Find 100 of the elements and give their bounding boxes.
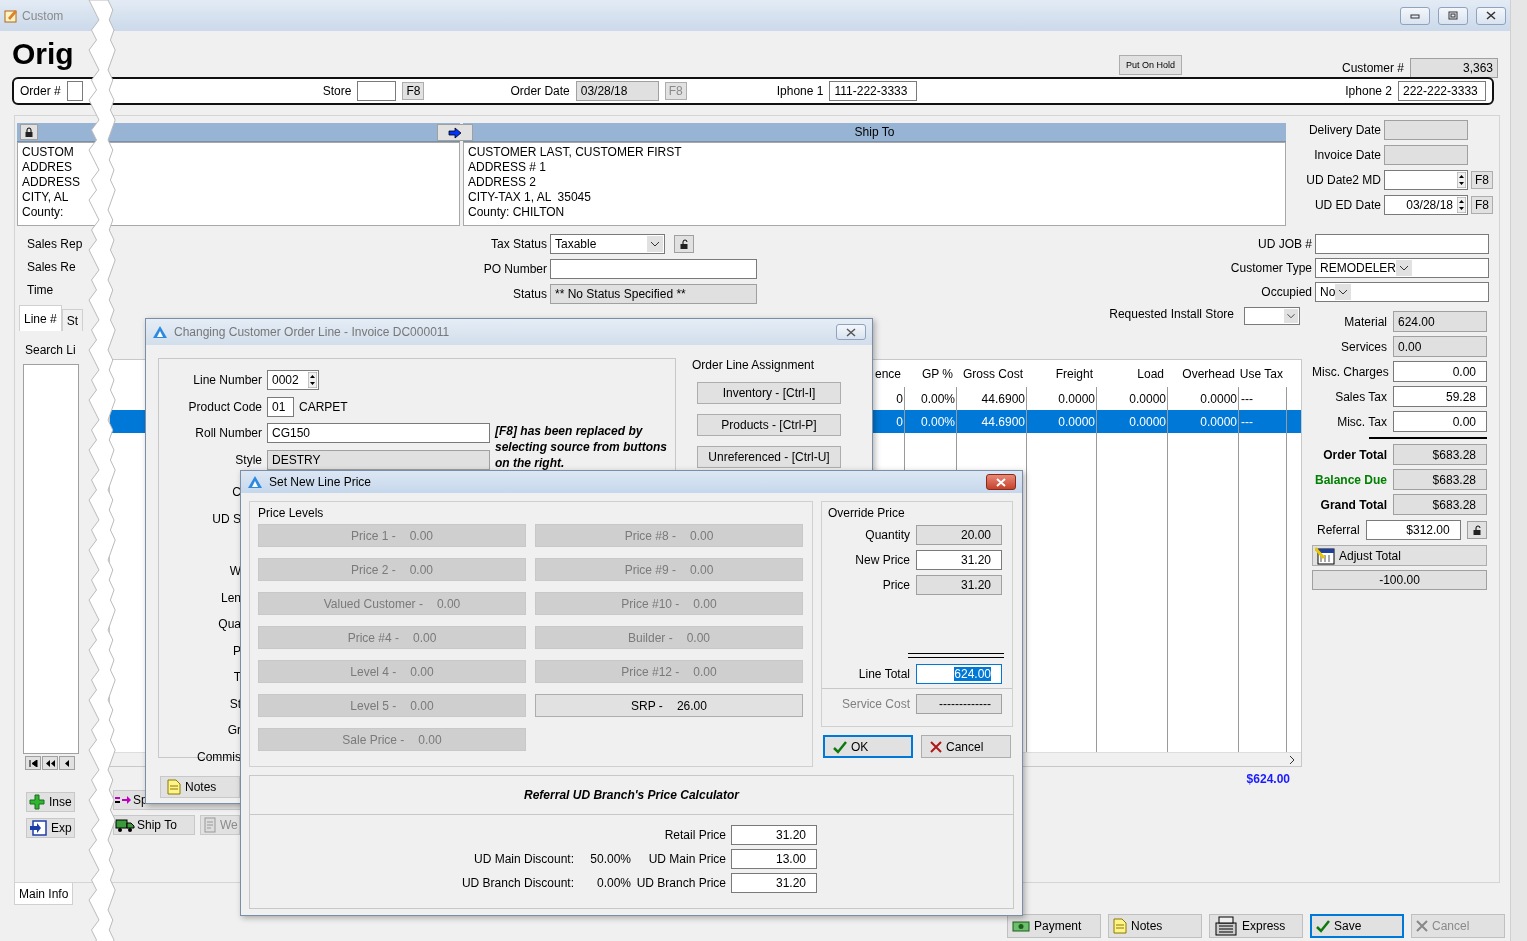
copy-address-button[interactable] <box>437 124 473 141</box>
spinner-icon[interactable] <box>1457 197 1466 213</box>
toolbar-button[interactable]: Save <box>1310 914 1404 938</box>
field-label: Quantity <box>864 527 910 542</box>
vertical-scrollbar[interactable] <box>1510 0 1527 941</box>
toolbar-button[interactable]: Express <box>1209 914 1303 938</box>
form-icon <box>1315 546 1335 565</box>
spinner-icon[interactable] <box>308 372 317 389</box>
column-header[interactable]: Load <box>1097 366 1168 381</box>
price-field[interactable]: 31.20 <box>731 825 817 845</box>
column-header[interactable]: ence <box>872 366 905 381</box>
adjustment-field[interactable]: -100.00 <box>1312 570 1487 590</box>
price-field[interactable]: 13.00 <box>731 849 817 869</box>
date-field[interactable] <box>1384 120 1468 140</box>
input-field[interactable]: 31.20 <box>916 549 1002 570</box>
column-header[interactable]: Freight <box>1027 366 1097 381</box>
notes-button[interactable]: Notes <box>160 776 240 798</box>
input-field[interactable]: 31.20 <box>916 574 1002 595</box>
cancel-button[interactable]: Cancel <box>921 735 1011 758</box>
amount-field[interactable]: 0.00 <box>1393 411 1487 432</box>
address-line: CUSTOM <box>22 145 74 160</box>
amount-field[interactable]: 624.00 <box>1393 311 1487 332</box>
column-header[interactable]: Gross Cost <box>957 366 1027 381</box>
input-field[interactable]: CG150 <box>267 423 490 444</box>
rewind-button[interactable] <box>42 756 58 770</box>
store-field[interactable] <box>357 81 397 101</box>
date-field[interactable] <box>1384 145 1468 165</box>
tab[interactable]: St <box>61 309 84 331</box>
ok-button[interactable]: OK <box>823 735 913 758</box>
close-button[interactable] <box>1476 6 1506 25</box>
amount-field[interactable]: 0.00 <box>1393 336 1487 357</box>
field-label: Qua <box>218 616 241 634</box>
table-total: $624.00 <box>1246 772 1290 788</box>
restore-button[interactable] <box>1438 6 1468 25</box>
column-header[interactable]: Use Tax <box>1239 366 1287 381</box>
price-level-button[interactable]: SRP - 26.00 <box>535 694 803 717</box>
amount-field[interactable]: 0.00 <box>1393 361 1487 382</box>
referral-field[interactable]: $312.00 <box>1365 520 1461 540</box>
input-field[interactable]: 624.00 <box>916 663 1002 684</box>
input-field[interactable]: DESTRY <box>267 449 490 470</box>
input-field[interactable] <box>550 258 757 279</box>
close-button[interactable] <box>986 474 1016 490</box>
column-header[interactable]: GP % <box>905 366 957 381</box>
toolbar-button[interactable]: Payment <box>1007 914 1101 938</box>
address-line: ADDRESS # 1 <box>468 160 547 175</box>
discount-value: 0.00% <box>595 876 631 890</box>
amount-field[interactable]: $683.28 <box>1393 494 1487 515</box>
combo-box[interactable]: No <box>1315 281 1489 302</box>
check-icon <box>1316 919 1330 933</box>
order-number-field[interactable] <box>66 81 83 101</box>
combo-box[interactable]: Taxable <box>550 233 665 254</box>
order-date-field[interactable]: 03/28/18 <box>575 81 659 101</box>
input-field[interactable]: 01 <box>267 396 294 417</box>
field-label: Tax Status <box>489 236 547 251</box>
assignment-button[interactable]: Unreferenced - [Ctrl-U] <box>697 446 841 468</box>
toolbar-button[interactable]: Inse <box>26 792 75 812</box>
assignment-button[interactable]: Products - [Ctrl-P] <box>697 414 841 436</box>
put-on-hold-button[interactable]: Put On Hold <box>1118 55 1182 75</box>
date-field[interactable]: 03/28/18 <box>1384 195 1468 215</box>
input-field[interactable] <box>1315 233 1489 254</box>
input-field[interactable]: 20.00 <box>916 524 1002 545</box>
amount-field[interactable]: $683.28 <box>1393 469 1487 490</box>
first-button[interactable] <box>25 756 41 770</box>
amount-field[interactable]: 59.28 <box>1393 386 1487 407</box>
input-field[interactable]: ** No Status Specified ** <box>550 283 757 304</box>
amount-field[interactable]: $683.28 <box>1393 444 1487 465</box>
toolbar-button[interactable]: Exp <box>26 818 75 838</box>
price-field[interactable]: 31.20 <box>731 873 817 893</box>
lock-button[interactable] <box>20 124 38 140</box>
phone-field[interactable]: 222-222-3333 <box>1398 81 1486 101</box>
phone-field[interactable]: 111-222-3333 <box>829 81 918 101</box>
close-icon <box>996 477 1006 487</box>
toolbar-button[interactable]: Notes <box>1108 914 1202 938</box>
spinner-icon[interactable] <box>1457 172 1466 188</box>
order-label: Order # <box>20 84 61 98</box>
toolbar-button[interactable]: Ship To <box>113 815 195 835</box>
address-line: ADDRESS <box>22 175 80 190</box>
total-label: Services <box>1340 339 1387 354</box>
tab[interactable]: Main Info <box>14 883 74 905</box>
input-field[interactable]: 0002 <box>267 370 319 391</box>
customer-label: Customer # <box>1341 61 1404 75</box>
tab[interactable]: Line # <box>19 305 62 331</box>
combo-box[interactable] <box>1244 307 1300 325</box>
f8-button[interactable]: F8 <box>1471 171 1493 189</box>
column-header[interactable]: Overhead <box>1168 366 1239 381</box>
input-field[interactable]: ------------- <box>916 693 1002 714</box>
adjust-total-button[interactable]: Adjust Total <box>1312 545 1487 566</box>
assignment-button[interactable]: Inventory - [Ctrl-I] <box>697 382 841 404</box>
ship-to-title: Ship To <box>854 125 895 139</box>
date-field[interactable] <box>1384 170 1468 190</box>
minimize-button[interactable] <box>1400 6 1430 25</box>
lock-button[interactable] <box>674 234 694 253</box>
total-label: Misc. Charges <box>1312 364 1387 379</box>
f8-button[interactable]: F8 <box>1471 196 1493 214</box>
lock-button[interactable] <box>1466 521 1487 539</box>
field-label: Len <box>220 589 241 607</box>
f8-button[interactable]: F8 <box>402 82 425 100</box>
previous-button[interactable] <box>59 756 75 770</box>
combo-box[interactable]: REMODELER <box>1315 257 1489 278</box>
customer-number-field[interactable]: 3,363 <box>1410 58 1498 78</box>
